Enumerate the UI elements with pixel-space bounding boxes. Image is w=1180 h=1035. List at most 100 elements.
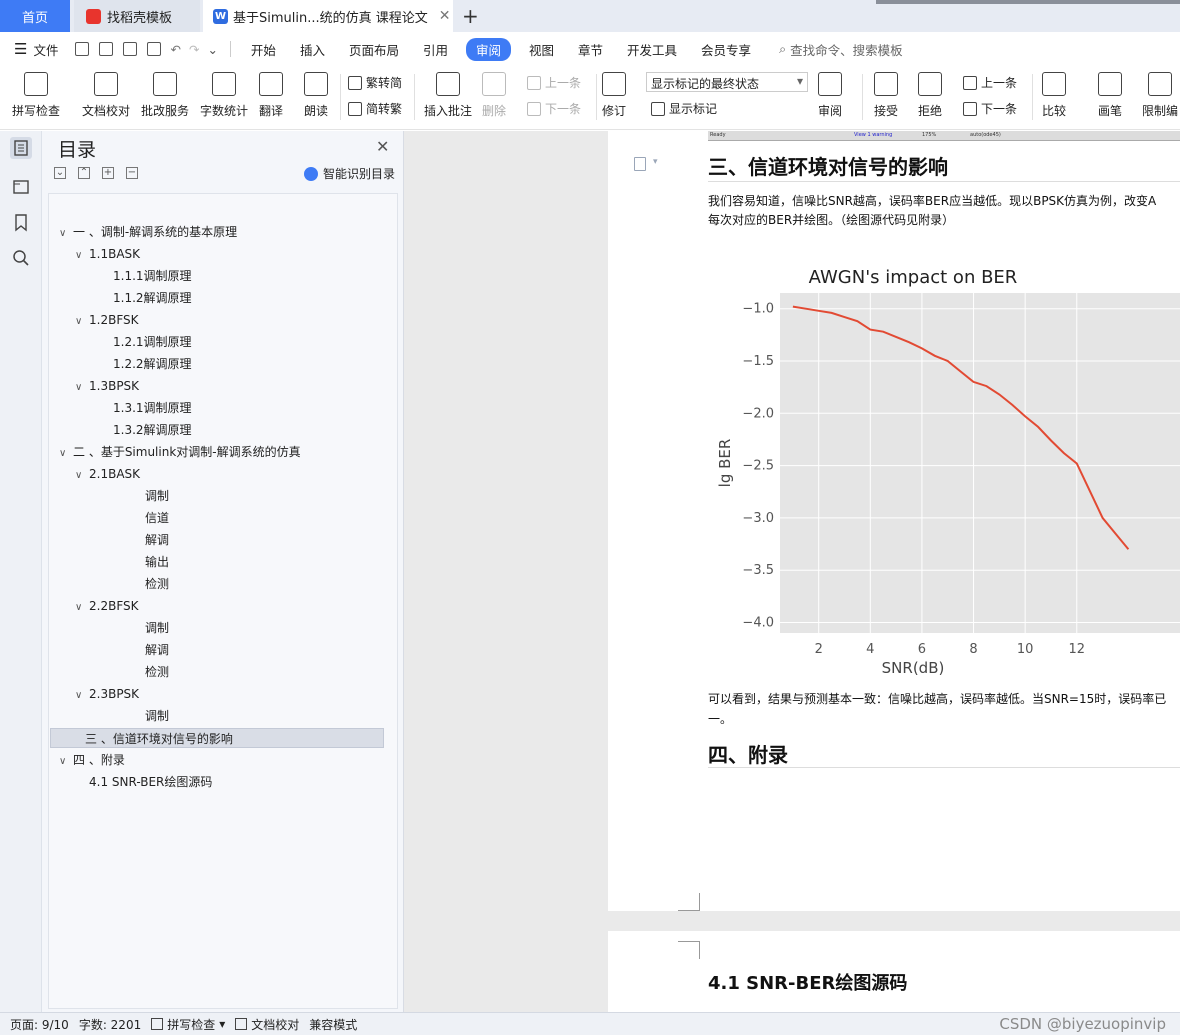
trad-to-simp-button[interactable]: 繁转简 xyxy=(348,74,402,91)
toc-item[interactable]: ∨ 二 、基于Simulink对调制-解调系统的仿真 xyxy=(59,442,301,462)
remove-level-icon[interactable]: − xyxy=(126,167,138,179)
show-markup-button[interactable]: 显示标记 xyxy=(651,100,717,117)
undo-icon[interactable]: ↶ xyxy=(170,42,180,57)
toc-item[interactable]: 1.3.1调制原理 xyxy=(99,398,192,418)
tab-home[interactable]: 首页 xyxy=(0,0,70,32)
collapse-all-icon[interactable]: ⌄ xyxy=(54,167,66,179)
toc-item[interactable]: 调制 xyxy=(131,618,169,638)
toc-item[interactable]: 输出 xyxy=(131,552,169,572)
chevron-down-icon[interactable]: ∨ xyxy=(59,224,73,244)
toc-item[interactable]: 三 、信道环境对信号的影响 xyxy=(50,728,384,748)
toc-item[interactable]: ∨ 2.3BPSK xyxy=(75,684,139,704)
command-search[interactable]: ⌕ 查找命令、搜索模板 xyxy=(779,40,903,59)
toc-item[interactable]: 1.1.1调制原理 xyxy=(99,266,192,286)
toc-item[interactable]: ∨ 1.3BPSK xyxy=(75,376,139,396)
word-count-button[interactable]: 字数统计 xyxy=(200,72,248,119)
read-aloud-button[interactable]: 朗读 xyxy=(304,72,328,119)
toc-item[interactable]: 调制 xyxy=(131,486,169,506)
tab-close-icon[interactable]: ✕ xyxy=(439,8,451,24)
toc-item[interactable]: ∨ 1.1BASK xyxy=(75,244,140,264)
prev-comment-button[interactable]: 上一条 xyxy=(527,74,581,91)
menu-insert[interactable]: 插入 xyxy=(288,40,337,59)
toc-nav-icon[interactable] xyxy=(10,137,32,159)
reject-button[interactable]: 拒绝 xyxy=(918,72,942,119)
chevron-down-icon[interactable]: ∨ xyxy=(75,312,89,332)
toc-item[interactable]: 1.2.2解调原理 xyxy=(99,354,192,374)
toc-item[interactable]: ∨ 1.2BFSK xyxy=(75,310,139,330)
menu-start[interactable]: 开始 xyxy=(239,40,288,59)
chevron-down-icon[interactable]: ∨ xyxy=(75,378,89,398)
toc-title: 目录 xyxy=(58,139,97,161)
new-tab-icon[interactable]: + xyxy=(462,4,479,28)
toc-item[interactable]: 检测 xyxy=(131,662,169,682)
chevron-down-icon[interactable]: ∨ xyxy=(59,444,73,464)
insert-comment-button[interactable]: 插入批注 xyxy=(424,72,472,119)
proofread-button[interactable]: 文档校对 xyxy=(82,72,130,119)
translate-button[interactable]: 翻译 xyxy=(259,72,283,119)
menu-view[interactable]: 视图 xyxy=(517,40,566,59)
markup-state-select[interactable]: 显示标记的最终状态 xyxy=(646,72,808,92)
bookmark-icon[interactable] xyxy=(10,211,32,233)
save-icon[interactable] xyxy=(75,42,90,56)
status-proofread[interactable]: 文档校对 xyxy=(235,1016,299,1033)
chevron-down-icon[interactable]: ▾ xyxy=(653,157,658,167)
toc-item[interactable]: 4.1 SNR-BER绘图源码 xyxy=(75,772,212,792)
add-level-icon[interactable]: + xyxy=(102,167,114,179)
toc-item[interactable]: ∨ 一 、调制-解调系统的基本原理 xyxy=(59,222,237,242)
menu-file[interactable]: 文件 xyxy=(31,40,70,59)
toc-item[interactable]: 1.3.2解调原理 xyxy=(99,420,192,440)
menu-review[interactable]: 审阅 xyxy=(465,37,511,61)
toc-item[interactable]: ∨ 2.2BFSK xyxy=(75,596,139,616)
toc-item[interactable]: 1.1.2解调原理 xyxy=(99,288,192,308)
chevron-down-icon[interactable]: ∨ xyxy=(75,246,89,266)
delete-comment-button[interactable]: 删除 xyxy=(482,72,506,119)
close-icon[interactable]: ✕ xyxy=(376,137,389,156)
word-count-indicator[interactable]: 字数: 2201 xyxy=(79,1016,141,1033)
chevron-down-icon[interactable]: ∨ xyxy=(59,752,73,772)
paragraph-layout-icon[interactable] xyxy=(634,157,646,171)
export-icon[interactable] xyxy=(99,42,114,56)
menu-reference[interactable]: 引用 xyxy=(411,40,460,59)
next-change-button[interactable]: 下一条 xyxy=(963,100,1017,117)
next-comment-button[interactable]: 下一条 xyxy=(527,100,581,117)
toc-item[interactable]: 1.2.1调制原理 xyxy=(99,332,192,352)
print-preview-icon[interactable] xyxy=(147,42,162,56)
simp-to-trad-icon xyxy=(348,101,362,116)
redo-icon[interactable]: ↷ xyxy=(189,42,199,57)
spell-check-button[interactable]: 拼写检查 xyxy=(12,72,60,119)
restrict-edit-button[interactable]: 限制编 xyxy=(1142,72,1178,119)
toc-item[interactable]: ∨ 四 、附录 xyxy=(59,750,125,770)
expand-all-icon[interactable]: ⌃ xyxy=(78,167,90,179)
page-indicator[interactable]: 页面: 9/10 xyxy=(10,1016,69,1033)
menu-member[interactable]: 会员专享 xyxy=(689,40,763,59)
hamburger-icon[interactable]: ☰ xyxy=(14,40,27,58)
chevron-down-icon[interactable]: ∨ xyxy=(75,686,89,706)
accept-button[interactable]: 接受 xyxy=(874,72,898,119)
smart-toc-button[interactable]: 智能识别目录 xyxy=(304,165,395,182)
menu-chapter[interactable]: 章节 xyxy=(566,40,615,59)
print-icon[interactable] xyxy=(123,42,138,56)
simp-to-trad-button[interactable]: 简转繁 xyxy=(348,100,402,117)
status-spell-check[interactable]: 拼写检查 ▾ xyxy=(151,1016,225,1033)
track-changes-button[interactable]: 修订 xyxy=(602,72,626,119)
review-pane-button[interactable]: 审阅 xyxy=(818,72,842,119)
toc-item[interactable]: 检测 xyxy=(131,574,169,594)
quick-access-more-icon[interactable]: ⌄ xyxy=(207,42,217,57)
toc-item[interactable]: 解调 xyxy=(131,640,169,660)
toc-item[interactable]: 信道 xyxy=(131,508,169,528)
chevron-down-icon[interactable]: ∨ xyxy=(75,466,89,486)
toc-item[interactable]: 解调 xyxy=(131,530,169,550)
find-icon[interactable] xyxy=(10,247,32,269)
pen-button[interactable]: 画笔 xyxy=(1098,72,1122,119)
prev-change-button[interactable]: 上一条 xyxy=(963,74,1017,91)
toc-item[interactable]: 调制 xyxy=(131,706,169,726)
batch-service-button[interactable]: 批改服务 xyxy=(141,72,189,119)
chapter-nav-icon[interactable] xyxy=(10,175,32,197)
toc-item[interactable]: ∨ 2.1BASK xyxy=(75,464,140,484)
chevron-down-icon[interactable]: ∨ xyxy=(75,598,89,618)
tab-document[interactable]: W 基于Simulin...统的仿真 课程论文 ✕ xyxy=(203,0,453,32)
tab-templates[interactable]: 找稻壳模板 xyxy=(74,0,200,32)
compare-button[interactable]: 比较 xyxy=(1042,72,1066,119)
menu-developer[interactable]: 开发工具 xyxy=(615,40,689,59)
menu-layout[interactable]: 页面布局 xyxy=(337,40,411,59)
